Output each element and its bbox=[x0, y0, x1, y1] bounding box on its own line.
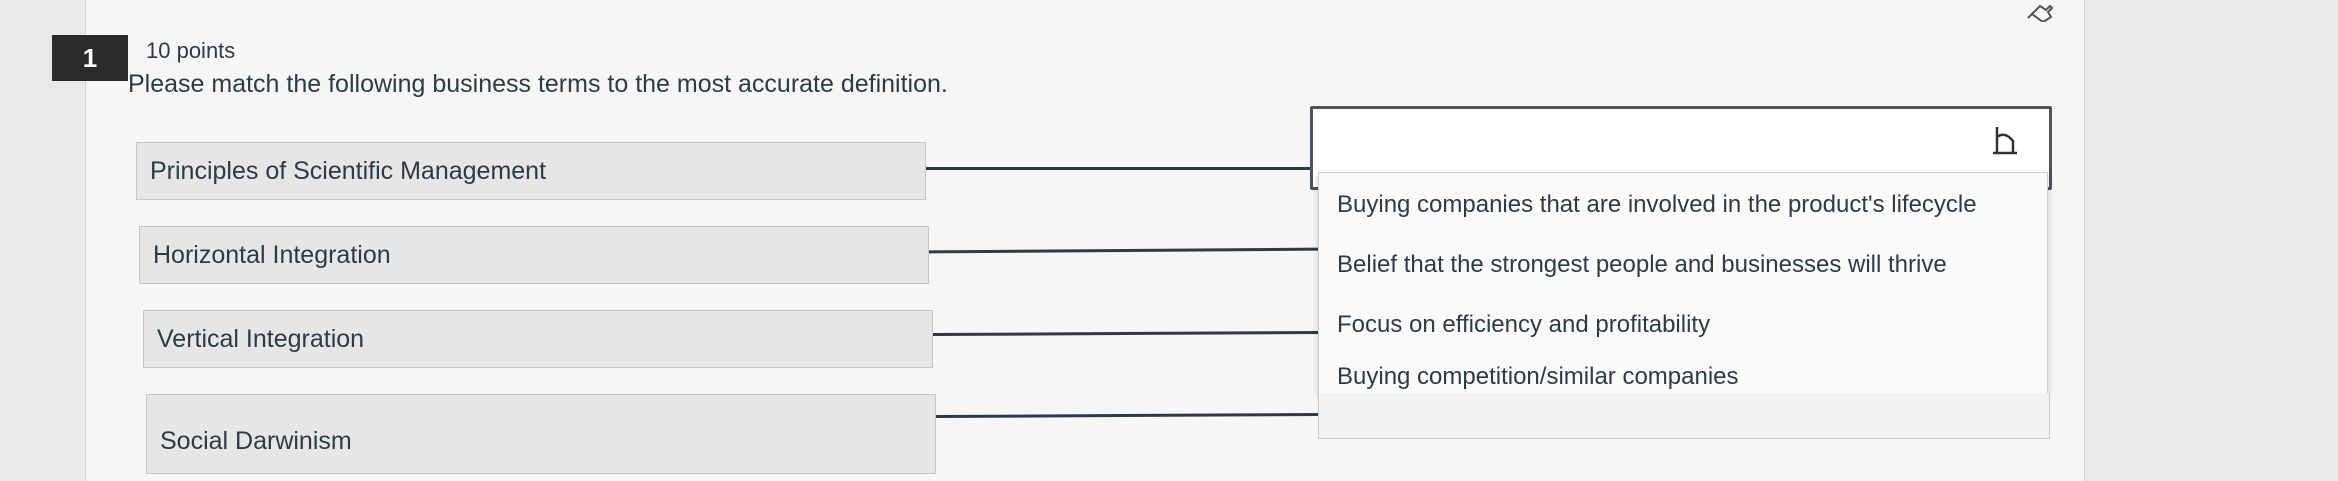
match-connector-line bbox=[926, 167, 1312, 170]
text-cursor-icon bbox=[1993, 127, 2017, 155]
term-box: Horizontal Integration bbox=[139, 226, 929, 284]
term-box: Principles of Scientific Management bbox=[136, 142, 926, 200]
term-label: Horizontal Integration bbox=[153, 240, 391, 269]
dropdown-option[interactable]: Belief that the strongest people and bus… bbox=[1337, 251, 1947, 279]
term-label: Vertical Integration bbox=[157, 324, 365, 353]
question-number: 1 bbox=[52, 35, 128, 81]
answer-dropdown-list: Buying companies that are involved in th… bbox=[1318, 172, 2048, 396]
pin-icon[interactable] bbox=[2026, 0, 2056, 22]
dropdown-option[interactable]: Focus on efficiency and profitability bbox=[1337, 311, 1710, 339]
dropdown-option[interactable]: Buying competition/similar companies bbox=[1337, 363, 1739, 391]
term-box: Social Darwinism bbox=[146, 394, 936, 474]
term-label: Social Darwinism bbox=[160, 426, 352, 455]
question-points: 10 points bbox=[146, 38, 236, 63]
answer-select-below[interactable] bbox=[1318, 393, 2050, 439]
dropdown-option[interactable]: Buying companies that are involved in th… bbox=[1337, 191, 1977, 219]
term-label: Principles of Scientific Management bbox=[150, 156, 547, 185]
question-prompt: Please match the following business term… bbox=[128, 70, 948, 98]
term-box: Vertical Integration bbox=[143, 310, 933, 368]
